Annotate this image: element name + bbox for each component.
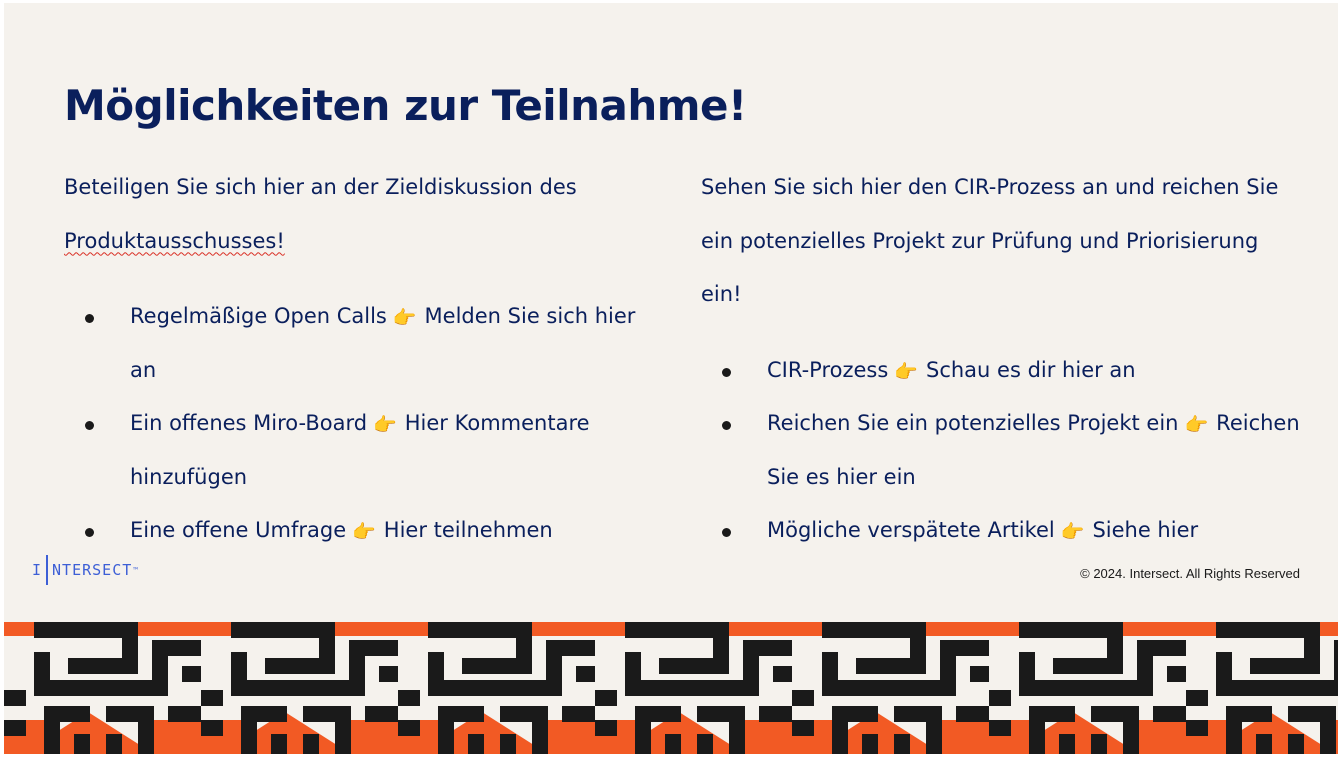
bullet-text: Mögliche verspätete Artikel	[767, 518, 1055, 542]
bullet-dot-icon	[85, 421, 94, 430]
logo-trademark: ™	[133, 565, 140, 575]
bullet-text: Ein offenes Miro-Board	[130, 411, 368, 435]
bullet-text: Eine offene Umfrage	[130, 518, 347, 542]
list-item: CIR-Prozess 👉 Schau es dir hier an	[701, 344, 1301, 398]
right-column: Sehen Sie sich hier den CIR-Prozess an u…	[701, 161, 1301, 558]
bullet-dot-icon	[722, 367, 731, 377]
right-bullet-list: CIR-Prozess 👉 Schau es dir hier an Reichen…	[701, 344, 1301, 558]
logo-text: NTERSECT	[52, 561, 133, 579]
bullet-text: CIR-Prozess	[767, 357, 889, 382]
copyright: © 2024. Intersect. All Rights Reserved	[1080, 566, 1300, 581]
pointing-hand-icon: 👉	[1184, 414, 1209, 436]
left-bullet-list: Regelmäßige Open Calls 👉 Melden Sie sich h…	[64, 290, 644, 558]
bullet-link-survey[interactable]: Hier teilnehmen	[384, 518, 553, 542]
pointing-hand-icon: 👉	[373, 414, 397, 436]
list-item: Eine offene Umfrage 👉 Hier teilnehmen	[64, 504, 644, 558]
list-item: Reichen Sie ein potenzielles Projekt ein…	[701, 397, 1301, 504]
left-intro-line2: Produktausschusses!	[64, 228, 285, 253]
list-item: Ein offenes Miro-Board 👉 Hier Kommentare h…	[64, 397, 644, 504]
list-item: Regelmäßige Open Calls 👉 Melden Sie sich h…	[64, 290, 644, 397]
intersect-logo: I NTERSECT ™	[32, 555, 139, 585]
pointing-hand-icon: 👉	[392, 307, 417, 329]
bullet-dot-icon	[85, 314, 94, 323]
bullet-text: Regelmäßige Open Calls	[130, 304, 387, 328]
pointing-hand-icon: 👉	[894, 360, 918, 383]
left-column: Beteiligen Sie sich hier an der Zieldisk…	[64, 161, 644, 558]
left-intro: Beteiligen Sie sich hier an der Zieldisk…	[64, 161, 644, 268]
left-intro-line1: Beteiligen Sie sich hier an der Zieldisk…	[64, 175, 577, 199]
slide: Möglichkeiten zur Teilnahme! Beteiligen …	[4, 3, 1338, 754]
page-title: Möglichkeiten zur Teilnahme!	[64, 81, 747, 130]
bullet-dot-icon	[722, 421, 731, 430]
decorative-pattern	[4, 622, 1338, 754]
bullet-text: Reichen Sie ein potenzielles Projekt ein	[767, 411, 1179, 435]
pointing-hand-icon: 👉	[1060, 521, 1085, 543]
pointing-hand-icon: 👉	[352, 521, 376, 543]
right-intro: Sehen Sie sich hier den CIR-Prozess an u…	[701, 175, 1279, 306]
bullet-dot-icon	[722, 528, 731, 537]
bullet-link-late-articles[interactable]: Siehe hier	[1092, 518, 1198, 542]
bullet-link-cir-process[interactable]: Schau es dir hier an	[926, 358, 1136, 382]
logo-prefix: I	[32, 561, 43, 579]
bullet-dot-icon	[85, 528, 94, 537]
logo-bar-icon	[46, 555, 49, 585]
list-item: Mögliche verspätete Artikel 👉 Siehe hier	[701, 504, 1301, 558]
